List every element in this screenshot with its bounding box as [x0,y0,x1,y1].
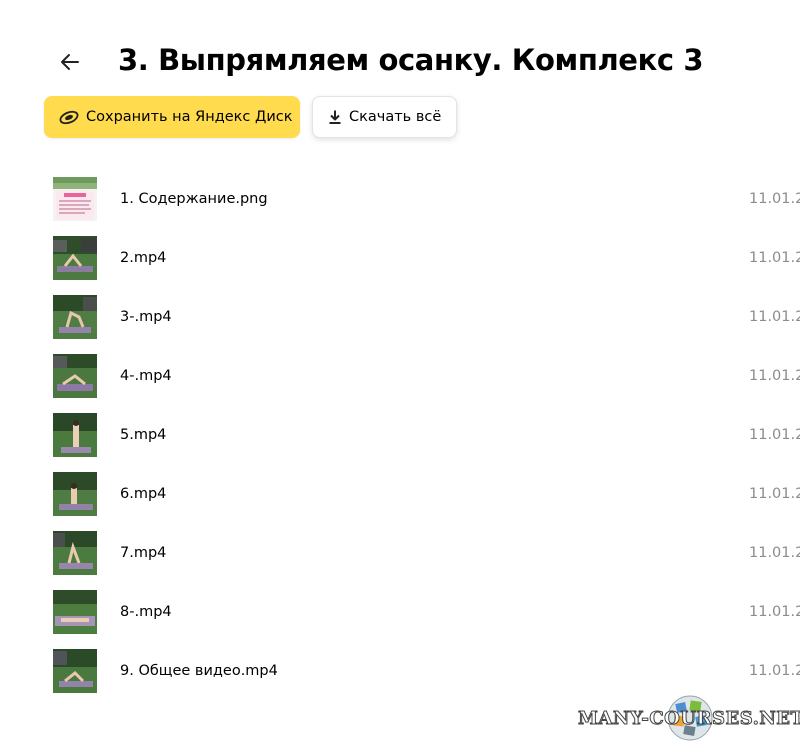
file-date: 11.01.20 [749,663,800,679]
file-name: 9. Общее видео.mp4 [120,663,278,679]
yandex-disk-icon [58,108,80,126]
file-date: 11.01.20 [749,309,800,325]
file-thumbnail [53,531,97,575]
back-button[interactable] [54,46,86,78]
file-name: 6.mp4 [120,486,167,502]
file-date: 11.01.20 [749,427,800,443]
arrow-left-icon [61,54,79,70]
header: 3. Выпрямляем осанку. Комплекс 3 [0,0,800,90]
file-thumbnail [53,177,97,221]
download-button-label: Скачать всё [349,109,442,125]
watermark-text: MANY-COURSES.NET [577,708,800,730]
file-row[interactable]: 6.mp4 11.01.20 [0,465,800,523]
file-date: 11.01.20 [749,250,800,266]
file-name: 8-.mp4 [120,604,172,620]
file-thumbnail [53,354,97,398]
page-title: 3. Выпрямляем осанку. Комплекс 3 [118,43,704,77]
file-date: 11.01.20 [749,545,800,561]
action-bar: Сохранить на Яндекс Диск Скачать всё [44,96,457,138]
file-name: 1. Содержание.png [120,191,268,207]
file-thumbnail [53,413,97,457]
file-name: 3-.mp4 [120,309,172,325]
file-row[interactable]: 9. Общее видео.mp4 11.01.20 [0,642,800,700]
file-thumbnail [53,472,97,516]
file-row[interactable]: 2.mp4 11.01.20 [0,229,800,287]
file-thumbnail [53,295,97,339]
watermark: MANY-COURSES.NET [576,694,800,744]
file-name: 5.mp4 [120,427,167,443]
file-row[interactable]: 7.mp4 11.01.20 [0,524,800,582]
file-row[interactable]: 8-.mp4 11.01.20 [0,583,800,641]
file-date: 11.01.20 [749,604,800,620]
file-row[interactable]: 5.mp4 11.01.20 [0,406,800,464]
file-date: 11.01.20 [749,486,800,502]
file-name: 7.mp4 [120,545,167,561]
file-row[interactable]: 4-.mp4 11.01.20 [0,347,800,405]
save-to-yandex-disk-button[interactable]: Сохранить на Яндекс Диск [44,96,300,138]
file-thumbnail [53,590,97,634]
file-name: 2.mp4 [120,250,167,266]
file-date: 11.01.20 [749,368,800,384]
file-thumbnail [53,649,97,693]
file-row[interactable]: 1. Содержание.png 11.01.20 [0,170,800,228]
file-date: 11.01.20 [749,191,800,207]
file-thumbnail [53,236,97,280]
file-name: 4-.mp4 [120,368,172,384]
download-all-button[interactable]: Скачать всё [312,96,457,138]
file-row[interactable]: 3-.mp4 11.01.20 [0,288,800,346]
download-icon [327,109,343,125]
save-button-label: Сохранить на Яндекс Диск [86,109,293,125]
